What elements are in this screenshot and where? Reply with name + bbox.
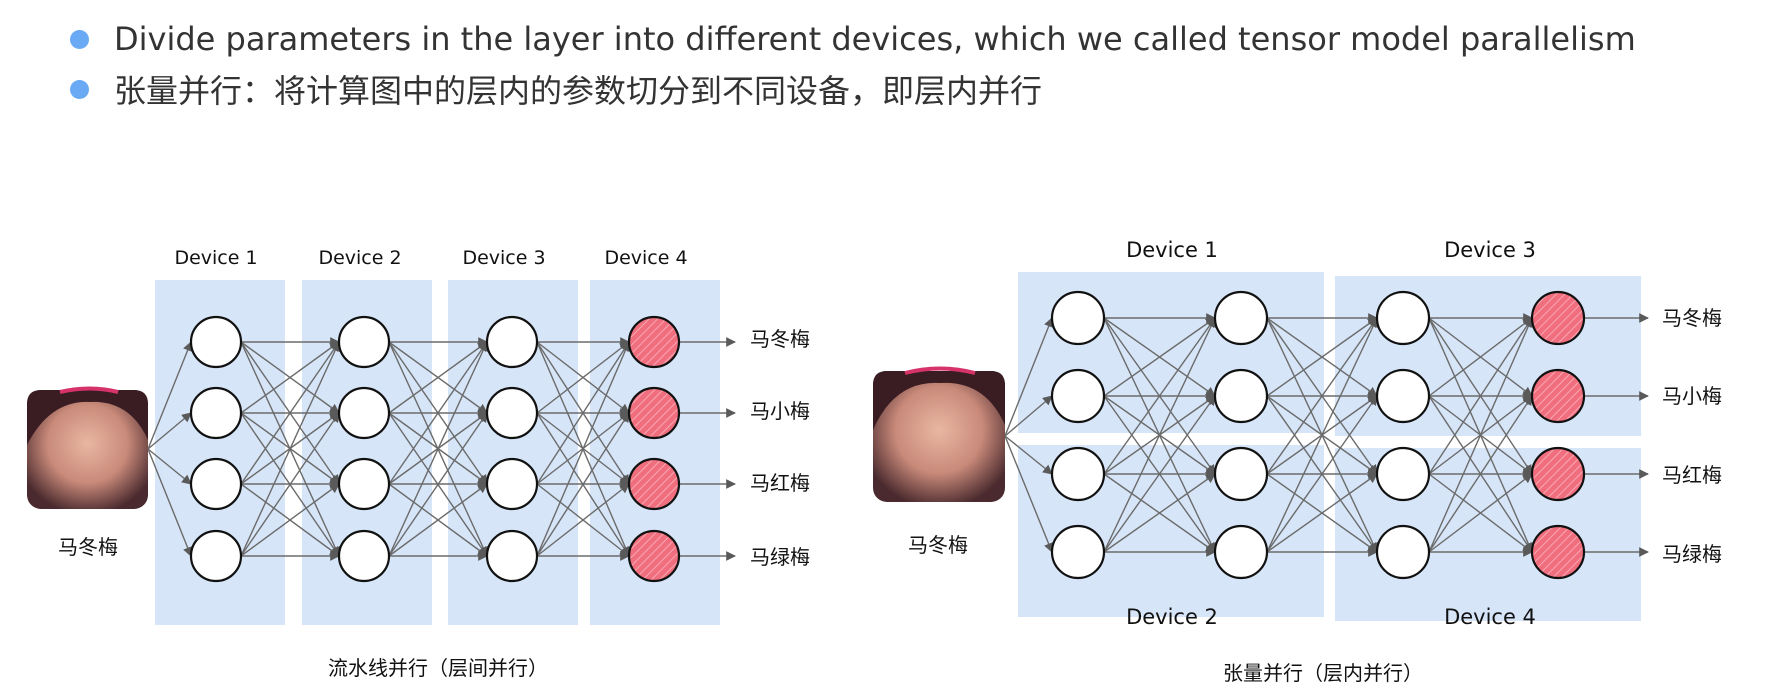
neuron	[485, 457, 539, 511]
output-neuron	[1530, 290, 1586, 346]
neuron	[1375, 290, 1431, 346]
neuron	[337, 529, 391, 583]
output-neuron	[1530, 368, 1586, 424]
device-label: Device 4	[1444, 605, 1536, 629]
neuron	[337, 315, 391, 369]
output-neuron	[627, 529, 681, 583]
neuron	[189, 529, 243, 583]
neuron	[1213, 446, 1269, 502]
input-portrait	[873, 366, 1005, 502]
neuron	[1050, 368, 1106, 424]
neuron	[1375, 446, 1431, 502]
output-label: 马冬梅	[750, 327, 810, 351]
output-neuron	[627, 315, 681, 369]
left-diagram: Device 1 Device 2 Device 3 Device 4 马冬梅 …	[27, 247, 810, 680]
left-caption: 流水线并行（层间并行）	[328, 656, 548, 680]
neuron	[337, 457, 391, 511]
parallelism-diagram: Device 1 Device 2 Device 3 Device 4 马冬梅 …	[27, 238, 1722, 685]
output-label: 马红梅	[1662, 463, 1722, 487]
input-portrait	[27, 386, 148, 509]
output-label: 马小梅	[1662, 384, 1722, 408]
output-label: 马冬梅	[1662, 306, 1722, 330]
output-neuron	[627, 386, 681, 440]
device-label: Device 2	[318, 247, 401, 269]
device-label: Device 2	[1126, 605, 1218, 629]
output-neuron	[1530, 524, 1586, 580]
device-label: Device 3	[1444, 238, 1536, 262]
neuron	[1050, 290, 1106, 346]
neuron	[1375, 524, 1431, 580]
neuron	[1375, 368, 1431, 424]
neuron	[485, 529, 539, 583]
device-label: Device 1	[1126, 238, 1218, 262]
right-caption: 张量并行（层内并行）	[1223, 661, 1423, 685]
neuron	[1213, 524, 1269, 580]
neuron	[1050, 446, 1106, 502]
output-label: 马小梅	[750, 399, 810, 423]
output-label: 马绿梅	[750, 545, 810, 569]
neuron	[337, 386, 391, 440]
neuron	[1213, 368, 1269, 424]
device-label: Device 1	[174, 247, 257, 269]
input-label: 马冬梅	[58, 535, 118, 559]
neuron	[485, 315, 539, 369]
neuron	[1213, 290, 1269, 346]
device-panel-3	[1335, 276, 1641, 436]
device-label: Device 4	[604, 247, 687, 269]
neuron	[189, 457, 243, 511]
output-neuron	[1530, 446, 1586, 502]
output-neuron	[627, 457, 681, 511]
device-label: Device 3	[462, 247, 545, 269]
neuron	[485, 386, 539, 440]
input-label: 马冬梅	[908, 533, 968, 557]
neuron	[189, 315, 243, 369]
neuron	[189, 386, 243, 440]
output-label: 马红梅	[750, 471, 810, 495]
neuron	[1050, 524, 1106, 580]
right-diagram: Device 1 Device 3 Device 2 Device 4 马冬梅 …	[873, 238, 1722, 685]
output-label: 马绿梅	[1662, 542, 1722, 566]
